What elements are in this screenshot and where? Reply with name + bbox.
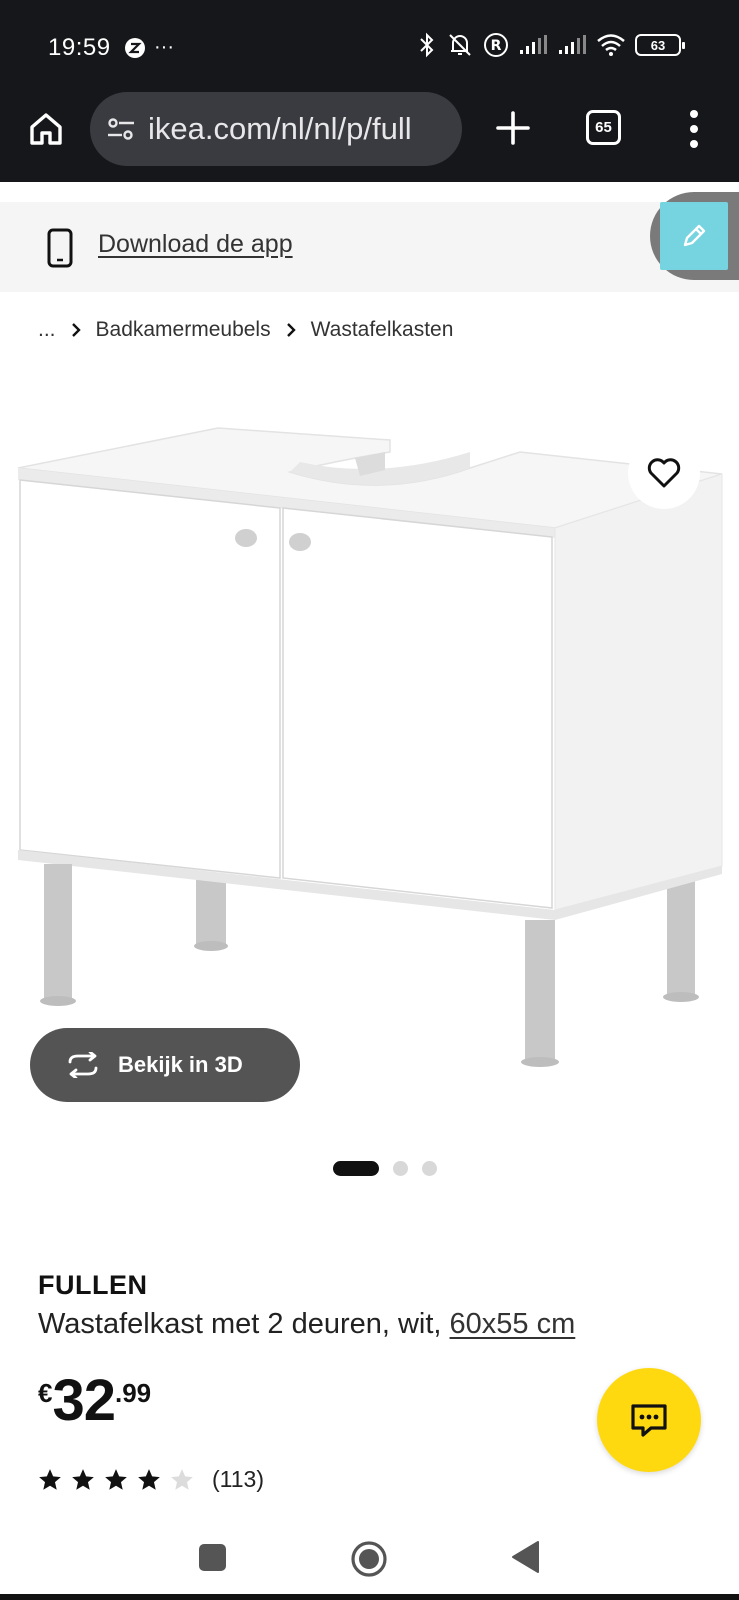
product-name: FULLEN xyxy=(38,1270,148,1300)
silent-bell-icon xyxy=(449,34,471,56)
rotate-3d-icon xyxy=(68,1052,98,1078)
address-bar[interactable]: ikea.com/nl/nl/p/full xyxy=(90,92,462,166)
star-icon xyxy=(72,1468,94,1490)
system-nav-bar xyxy=(0,1520,739,1600)
smartphone-icon xyxy=(47,228,73,268)
pen-icon xyxy=(683,224,706,247)
recents-icon[interactable] xyxy=(199,1544,226,1571)
chevron-right-icon xyxy=(286,323,296,337)
breadcrumb-ellipsis[interactable]: ... xyxy=(38,318,56,342)
more-notifications-icon: ··· xyxy=(154,36,174,58)
chevron-right-icon xyxy=(71,323,81,337)
carousel-dot-1[interactable] xyxy=(332,1161,379,1176)
home-circle-icon[interactable] xyxy=(350,1540,388,1578)
price-currency: € xyxy=(38,1378,53,1408)
edit-overlay-button[interactable] xyxy=(650,192,739,280)
edit-overlay-inner[interactable] xyxy=(660,202,728,270)
tab-switcher-button[interactable]: 65 xyxy=(586,110,621,145)
price-decimal: .99 xyxy=(114,1378,152,1408)
star-icon xyxy=(138,1468,160,1490)
new-tab-icon[interactable] xyxy=(492,107,534,149)
view-in-3d-label: Bekijk in 3D xyxy=(118,1052,243,1077)
status-bar: 19:59 ··· R 63 xyxy=(0,0,739,90)
star-icon xyxy=(105,1468,127,1490)
product-description-text: Wastafelkast met 2 deuren, wit, xyxy=(38,1308,450,1340)
breadcrumb-item-badkamermeubels[interactable]: Badkamermeubels xyxy=(96,318,271,342)
product-rating[interactable]: (113) xyxy=(36,1466,264,1493)
download-app-link[interactable]: Download de app xyxy=(98,230,293,259)
breadcrumb-item-wastafelkasten[interactable]: Wastafelkasten xyxy=(311,318,454,342)
star-empty-icon xyxy=(171,1468,193,1490)
sync-icon xyxy=(125,37,145,58)
star-icon xyxy=(39,1468,61,1490)
browser-toolbar: ikea.com/nl/nl/p/full 65 xyxy=(0,90,739,182)
product-price: € 32 .99 xyxy=(38,1372,151,1430)
status-right-icons: R 63 xyxy=(417,32,685,58)
view-in-3d-button[interactable]: Bekijk in 3D xyxy=(30,1028,300,1102)
signal-2-icon xyxy=(559,35,586,54)
url-text: ikea.com/nl/nl/p/full xyxy=(148,111,412,146)
more-menu-icon[interactable] xyxy=(684,108,704,150)
breadcrumb: ... Badkamermeubels Wastafelkasten xyxy=(38,318,453,342)
price-integer: 32 xyxy=(52,1368,116,1433)
carousel-dot-3[interactable] xyxy=(421,1161,437,1176)
rating-stars xyxy=(36,1467,196,1493)
heart-icon xyxy=(647,458,681,488)
home-icon[interactable] xyxy=(26,109,66,149)
status-time: 19:59 xyxy=(48,34,111,61)
product-image[interactable] xyxy=(0,400,739,1120)
favourite-button[interactable] xyxy=(628,437,700,509)
chat-button[interactable] xyxy=(597,1368,701,1472)
product-size-link[interactable]: 60x55 cm xyxy=(450,1308,576,1340)
battery-icon: 63 xyxy=(635,34,685,56)
page-gap xyxy=(0,182,739,202)
status-left-icons: ··· xyxy=(124,36,174,59)
review-count: (113) xyxy=(212,1466,264,1492)
registered-icon: R xyxy=(484,33,508,57)
carousel-dot-2[interactable] xyxy=(392,1161,408,1176)
back-triangle-icon[interactable] xyxy=(510,1540,540,1574)
app-download-banner: Download de app xyxy=(0,202,739,292)
product-description: Wastafelkast met 2 deuren, wit, 60x55 cm xyxy=(38,1308,575,1341)
svg-text:R: R xyxy=(491,38,502,54)
carousel-indicator xyxy=(0,1161,739,1176)
screen-bottom-edge xyxy=(0,1594,739,1600)
wifi-icon xyxy=(597,34,625,56)
signal-1-icon xyxy=(520,35,547,54)
site-settings-icon[interactable] xyxy=(106,116,136,142)
chat-bubble-icon xyxy=(631,1404,667,1437)
bluetooth-icon xyxy=(420,32,434,58)
